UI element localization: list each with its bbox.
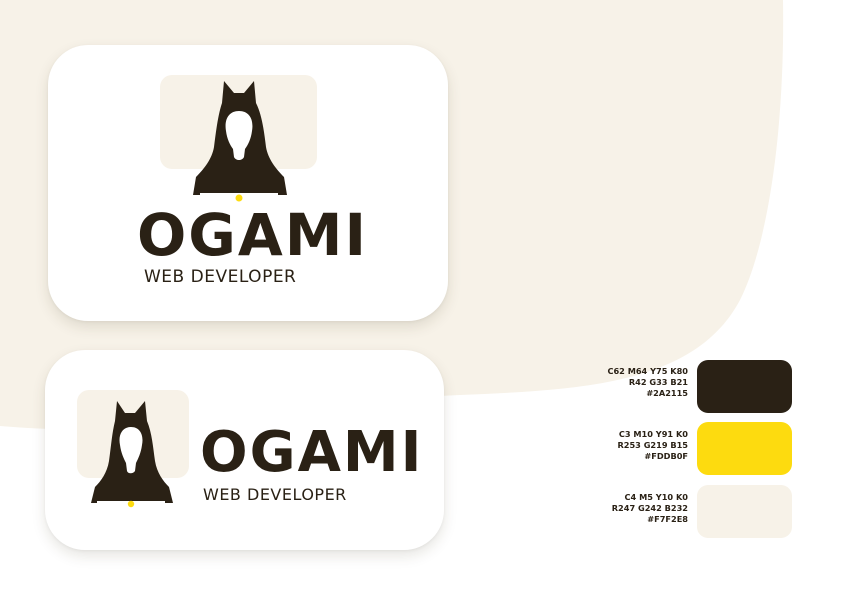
mascot-laptop-dot [127, 500, 135, 508]
color-rgb: R247 G242 B232 [611, 503, 688, 513]
color-cmyk: C3 M10 Y91 K0 [618, 429, 688, 439]
logo-subtitle: WEB DEVELOPER [203, 485, 347, 504]
color-cmyk: C62 M64 Y75 K80 [607, 366, 688, 376]
color-rgb: R42 G33 B21 [628, 377, 688, 387]
color-rgb: R253 G219 B15 [617, 440, 688, 450]
logo-wordmark: OGAMI [137, 201, 369, 269]
color-cmyk: C4 M5 Y10 K0 [624, 492, 688, 502]
color-hex: #FDDB0F [644, 451, 688, 461]
color-spec-yellow: C3 M10 Y91 K0 R253 G219 B15 #FDDB0F [617, 429, 688, 462]
fox-developer-mascot-icon [77, 390, 189, 508]
color-hex: #2A2115 [646, 388, 688, 398]
logo-wordmark: OGAMI [200, 420, 424, 485]
color-swatch-dark [697, 360, 792, 413]
color-swatch-yellow [697, 422, 792, 475]
logo-subtitle: WEB DEVELOPER [144, 267, 297, 287]
color-swatch-cream [697, 485, 792, 538]
fox-developer-mascot-icon [160, 75, 317, 202]
color-spec-cream: C4 M5 Y10 K0 R247 G242 B232 #F7F2E8 [612, 492, 688, 525]
color-hex: #F7F2E8 [647, 514, 688, 524]
color-spec-dark: C62 M64 Y75 K80 R42 G33 B21 #2A2115 [607, 366, 688, 399]
